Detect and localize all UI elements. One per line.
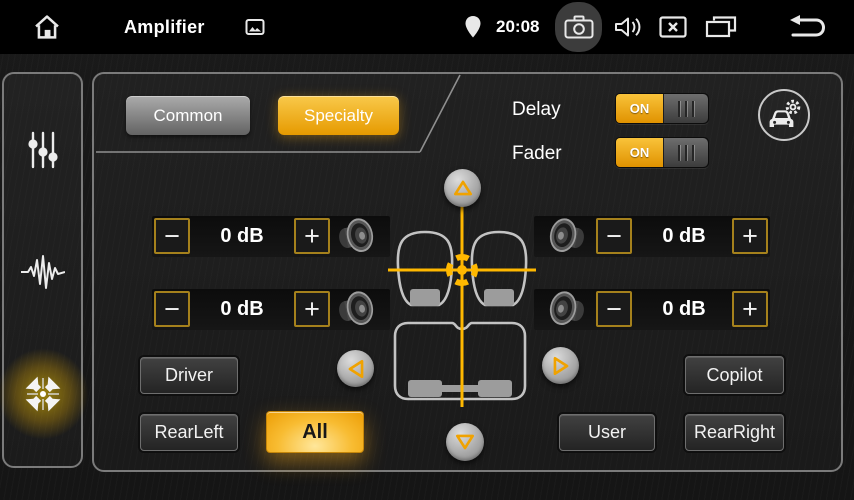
back-button[interactable] bbox=[786, 0, 828, 54]
close-app-button[interactable] bbox=[659, 0, 687, 54]
tab-common[interactable]: Common bbox=[126, 96, 250, 135]
front-left-gain-minus-button[interactable]: − bbox=[154, 218, 190, 254]
balance-right-button[interactable] bbox=[542, 347, 579, 384]
rear-left-gain-minus-button[interactable]: − bbox=[154, 291, 190, 327]
clock: 20:08 bbox=[496, 0, 539, 54]
zone-user-button[interactable]: User bbox=[559, 414, 655, 451]
front-left-gain-value: 0 dB bbox=[192, 225, 292, 248]
delay-on-label: ON bbox=[616, 94, 663, 123]
zone-rearleft-button[interactable]: RearLeft bbox=[140, 414, 238, 451]
delay-toggle[interactable]: ON bbox=[615, 93, 709, 124]
sidebar-item-equalizer[interactable] bbox=[4, 105, 81, 195]
tab-specialty[interactable]: Specialty bbox=[278, 96, 399, 135]
arrow-up-icon bbox=[452, 177, 474, 199]
rear-right-gain-value: 0 dB bbox=[634, 298, 734, 321]
front-left-gain-plus-button[interactable]: + bbox=[294, 218, 330, 254]
camera-icon bbox=[564, 14, 594, 40]
volume-icon bbox=[613, 15, 643, 39]
car-settings-button[interactable] bbox=[758, 89, 810, 141]
fader-panel: Common Specialty Delay ON Fader ON bbox=[92, 72, 843, 472]
fader-up-button[interactable] bbox=[444, 169, 481, 207]
delay-toggle-knob bbox=[663, 94, 708, 123]
arrow-right-icon bbox=[550, 355, 572, 377]
close-window-icon bbox=[659, 16, 687, 38]
speaker-icon bbox=[546, 286, 588, 332]
rear-left-gain-plus-button[interactable]: + bbox=[294, 291, 330, 327]
recent-apps-button[interactable] bbox=[705, 0, 737, 54]
front-right-gain-plus-button[interactable]: + bbox=[732, 218, 768, 254]
arrow-left-icon bbox=[345, 358, 367, 380]
front-right-gain-value: 0 dB bbox=[634, 225, 734, 248]
zone-copilot-button[interactable]: Copilot bbox=[685, 356, 784, 394]
home-button[interactable] bbox=[32, 0, 62, 54]
waveform-icon bbox=[21, 254, 65, 290]
fader-on-label: ON bbox=[616, 138, 663, 167]
screenshot-button[interactable] bbox=[555, 2, 602, 52]
speaker-icon bbox=[335, 213, 377, 259]
zone-all-button[interactable]: All bbox=[266, 411, 364, 453]
location-icon bbox=[464, 15, 482, 39]
volume-button[interactable] bbox=[613, 0, 643, 54]
zone-driver-button[interactable]: Driver bbox=[140, 357, 238, 394]
rear-left-gain-value: 0 dB bbox=[192, 298, 292, 321]
rear-right-gain-minus-button[interactable]: − bbox=[596, 291, 632, 327]
rear-right-gain-plus-button[interactable]: + bbox=[732, 291, 768, 327]
fader-toggle[interactable]: ON bbox=[615, 137, 709, 168]
speaker-icon bbox=[335, 286, 377, 332]
location-indicator bbox=[464, 0, 482, 54]
fader-speakers-icon bbox=[20, 371, 66, 417]
page-title: Amplifier bbox=[124, 0, 205, 54]
sidebar-item-sound-effects[interactable] bbox=[4, 227, 81, 317]
fader-toggle-knob bbox=[663, 138, 708, 167]
back-icon bbox=[786, 14, 828, 40]
zone-rearright-button[interactable]: RearRight bbox=[685, 414, 784, 451]
arrow-down-icon bbox=[454, 431, 476, 453]
balance-left-button[interactable] bbox=[337, 350, 374, 387]
amplifier-screen: Amplifier 20:08 bbox=[0, 0, 854, 500]
status-bar: Amplifier 20:08 bbox=[0, 0, 854, 54]
delay-label: Delay bbox=[512, 99, 561, 121]
gallery-icon bbox=[245, 17, 265, 37]
speaker-icon bbox=[546, 213, 588, 259]
home-icon bbox=[32, 12, 62, 42]
front-right-gain-minus-button[interactable]: − bbox=[596, 218, 632, 254]
car-settings-icon bbox=[766, 99, 802, 131]
recent-apps-icon bbox=[705, 15, 737, 39]
sidebar-item-fader[interactable] bbox=[4, 349, 81, 439]
equalizer-icon bbox=[24, 130, 62, 170]
fader-down-button[interactable] bbox=[446, 423, 484, 461]
sidebar bbox=[2, 72, 83, 468]
gallery-button[interactable] bbox=[245, 0, 265, 54]
